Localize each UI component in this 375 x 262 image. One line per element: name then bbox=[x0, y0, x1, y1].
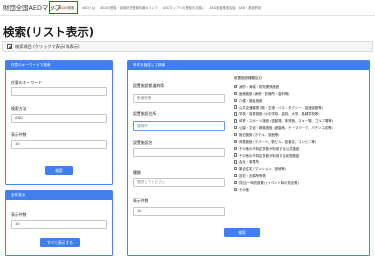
nav-link-register-request[interactable]: AEDマップへの登録をお願い bbox=[160, 0, 207, 16]
keyword-search-panel: 任意のキーワードで検索 任意のキーワード 検索方法 AND 表示件数 10 検索 bbox=[5, 60, 113, 185]
facility-type-checkbox[interactable] bbox=[234, 173, 238, 178]
facility-type-label: 医療施設 (病院・診療所・歯科等) bbox=[238, 91, 290, 96]
result-count-input[interactable]: 10 bbox=[133, 207, 225, 216]
facility-type-label: 集合住宅 (マンション、団地等) bbox=[238, 167, 286, 172]
facility-type-list: 設置施設種類区分 消防・海保・防衛関係施設 医療施設 (病院・診療所・歯科等) 介護… bbox=[234, 75, 369, 193]
result-count-label: 表示件数 bbox=[11, 212, 27, 217]
facility-type-checkbox[interactable] bbox=[234, 112, 238, 116]
facility-type-checkbox[interactable] bbox=[234, 98, 238, 102]
facility-type-checkbox[interactable] bbox=[234, 153, 238, 157]
facility-type-label: 会社・事業所 bbox=[238, 160, 260, 165]
show-all-panel: 全件表示 表示件数 10 すべて表示する bbox=[5, 190, 113, 256]
facility-type-item[interactable]: 介護・福祉施設 bbox=[234, 97, 369, 104]
keyword-label: 任意のキーワード bbox=[11, 80, 43, 85]
nav-link-about-aed[interactable]: AEDとは bbox=[80, 0, 98, 16]
facility-type-label: 消防・海保・防衛関係施設 bbox=[238, 85, 280, 90]
facility-type-label: 公園・文化・娯楽施設 (遊園地、テーマパーク、パチンコ店等) bbox=[238, 126, 333, 131]
facility-type-checkbox[interactable] bbox=[234, 167, 238, 171]
facility-type-label: 公共交通機関 (駅・空港・バス・タクシー、高速道路等) bbox=[238, 105, 323, 110]
facility-type-label: その他 bbox=[238, 187, 250, 192]
search-options-toggle[interactable]: 検索項目 (クリックで表示/非表示) bbox=[2, 41, 373, 52]
site-brand[interactable]: 財団全国AEDマップ bbox=[0, 3, 61, 12]
keyword-input[interactable] bbox=[11, 87, 107, 96]
result-count-label: 表示件数 bbox=[11, 132, 27, 137]
facility-type-item[interactable]: 医療施設 (病院・診療所・歯科等) bbox=[234, 90, 369, 97]
facility-type-label: 商業施設 (デパート、駅ビル、飲食店、コンビニ等) bbox=[238, 139, 317, 144]
expand-icon bbox=[7, 44, 12, 49]
search-icon: 🔍︎ bbox=[52, 5, 57, 10]
facility-type-label: その他の不特定多数が利用する公共施設 bbox=[238, 146, 300, 151]
facility-type-item[interactable]: その他の不特定多数が利用する公共施設 bbox=[234, 145, 369, 152]
condition-search-button[interactable]: 検索 bbox=[224, 228, 260, 237]
facility-type-item[interactable]: 自宅・近隣所有物 bbox=[234, 172, 369, 179]
facility-type-item[interactable]: 学校・保育施設 (小中学校、高校、大学、各種学校等) bbox=[234, 111, 369, 118]
facility-type-checkbox[interactable] bbox=[234, 139, 238, 144]
facility-type-item[interactable]: 商業施設 (デパート、駅ビル、飲食店、コンビニ等) bbox=[234, 138, 369, 145]
facility-type-item[interactable]: その他 bbox=[234, 186, 369, 193]
facility-type-item[interactable]: 集合住宅 (マンション、団地等) bbox=[234, 165, 369, 172]
facility-type-label: その他の不特定多数が利用する民間施設 bbox=[238, 153, 300, 158]
facility-type-item[interactable]: 会社・事業所 bbox=[234, 158, 369, 165]
facility-type-checkbox[interactable] bbox=[234, 146, 238, 150]
result-count-input[interactable]: 10 bbox=[11, 220, 107, 229]
show-all-button[interactable]: すべて表示する bbox=[40, 238, 80, 247]
facility-type-title: 設置施設種類区分 bbox=[234, 76, 262, 80]
facility-type-item[interactable]: 貸出(一時的設置) (イベント時の貸出等) bbox=[234, 179, 369, 186]
address-input[interactable]: 福岡市 bbox=[133, 121, 225, 131]
nav-link-label: AEDの検索 bbox=[58, 5, 75, 10]
address-label: 設置施設住所 bbox=[133, 111, 157, 116]
facility-type-checkbox[interactable] bbox=[234, 132, 238, 137]
prefecture-select[interactable]: 都道府県 bbox=[133, 94, 225, 103]
facility-type-checkbox[interactable] bbox=[234, 180, 238, 185]
facility-type-label: 体育・スポーツ施設 (運動場、体育館、スキー場、ゴルフ場等) bbox=[238, 119, 333, 124]
facility-type-checkbox[interactable] bbox=[234, 125, 238, 130]
facility-type-checkbox[interactable] bbox=[234, 160, 238, 164]
prefecture-label: 設置施設都道府県 bbox=[133, 83, 165, 88]
facility-type-item[interactable]: 体育・スポーツ施設 (運動場、体育館、スキー場、ゴルフ場等) bbox=[234, 117, 369, 124]
facility-type-item[interactable]: 公園・文化・娯楽施設 (遊園地、テーマパーク、パチンコ店等) bbox=[234, 124, 369, 131]
panel-header: 条件を指定して検索 bbox=[128, 61, 369, 70]
result-count-input[interactable]: 10 bbox=[11, 140, 107, 149]
nav-link-promotion[interactable]: AED設置推進会議・AED・都道府県 bbox=[207, 0, 264, 16]
facility-type-item[interactable]: その他の不特定多数が利用する民間施設 bbox=[234, 152, 369, 159]
genre-label: 種類 bbox=[133, 170, 141, 175]
facility-type-checkbox[interactable] bbox=[234, 91, 238, 96]
facility-type-checkbox[interactable] bbox=[234, 105, 238, 109]
top-navbar: 財団全国AEDマップ 🔍︎ AEDの検索 AEDとは AEDの登録・設置状況登録… bbox=[0, 0, 375, 16]
genre-select[interactable]: 選択してください bbox=[133, 178, 225, 187]
page-title: 検索(リスト表示) bbox=[3, 25, 95, 39]
facility-type-label: 学校・保育施設 (小中学校、高校、大学、各種学校等) bbox=[238, 112, 320, 117]
facility-name-input[interactable] bbox=[133, 148, 225, 157]
facility-type-item[interactable]: 宿泊施設 (ホテル、旅館等) bbox=[234, 131, 369, 138]
facility-type-checkbox[interactable] bbox=[234, 84, 238, 89]
keyword-search-button[interactable]: 検索 bbox=[45, 166, 73, 175]
nav-link-aed-search[interactable]: 🔍︎ AEDの検索 bbox=[49, 1, 78, 14]
search-method-label: 検索方法 bbox=[11, 106, 27, 111]
facility-type-checkbox[interactable] bbox=[234, 187, 238, 191]
toggle-label: 検索項目 (クリックで表示/非表示) bbox=[15, 43, 80, 49]
nav-link-registration[interactable]: AEDの登録・設置状況登録情報のリンク bbox=[98, 0, 161, 16]
condition-search-panel: 条件を指定して検索 設置施設都道府県 都道府県 設置施設住所 福岡市 設置施設名… bbox=[127, 60, 370, 256]
facility-name-label: 設置施設名 bbox=[133, 140, 153, 145]
panel-header: 全件表示 bbox=[6, 191, 112, 200]
facility-type-label: 介護・福祉施設 bbox=[238, 98, 263, 103]
facility-type-checkbox[interactable] bbox=[234, 119, 238, 123]
facility-type-item[interactable]: 消防・海保・防衛関係施設 bbox=[234, 83, 369, 90]
search-method-select[interactable]: AND bbox=[11, 114, 107, 123]
panel-header: 任意のキーワードで検索 bbox=[6, 61, 112, 70]
facility-type-label: 宿泊施設 (ホテル、旅館等) bbox=[238, 133, 280, 138]
facility-type-label: 自宅・近隣所有物 bbox=[238, 174, 266, 179]
result-count-label: 表示件数 bbox=[133, 198, 149, 203]
facility-type-label: 貸出(一時的設置) (イベント時の貸出等) bbox=[238, 180, 299, 185]
facility-type-item[interactable]: 公共交通機関 (駅・空港・バス・タクシー、高速道路等) bbox=[234, 104, 369, 111]
